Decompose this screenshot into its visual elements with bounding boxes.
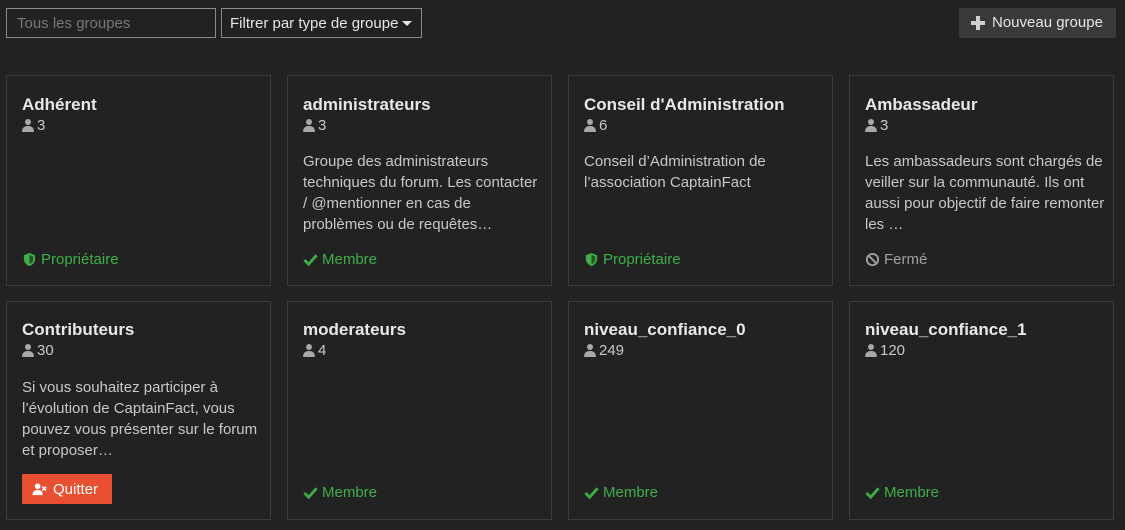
member-count: 6 (584, 117, 607, 134)
user-times-icon (32, 482, 47, 495)
group-description: Si vous souhaitez participer à l’évoluti… (22, 379, 258, 459)
status-owner: Propriétaire (584, 251, 681, 268)
group-description: Conseil d’Administration de l’associatio… (584, 153, 766, 191)
member-count: 249 (584, 342, 624, 359)
group-card-administrateurs[interactable]: administrateurs 3 Groupe des administrat… (287, 75, 552, 286)
member-count: 30 (22, 342, 54, 359)
status-owner: Propriétaire (22, 251, 119, 268)
user-icon (303, 119, 315, 132)
group-title: administrateurs (303, 95, 431, 114)
group-card-moderateurs[interactable]: moderateurs 4 Membre (287, 301, 552, 520)
member-count: 120 (865, 342, 905, 359)
shield-icon (585, 252, 598, 267)
user-icon (865, 119, 877, 132)
status-member: Membre (303, 484, 377, 501)
check-icon (303, 254, 318, 267)
group-title: Conseil d'Administration (584, 95, 785, 114)
user-icon (303, 344, 315, 357)
member-count: 3 (865, 117, 888, 134)
group-title: niveau_confiance_1 (865, 320, 1027, 339)
check-icon (303, 487, 318, 500)
group-title: Ambassadeur (865, 95, 978, 114)
group-title: Contributeurs (22, 320, 135, 339)
group-card-adherent[interactable]: Adhérent 3 Propriétaire (6, 75, 271, 286)
group-card-niveau-confiance-0[interactable]: niveau_confiance_0 249 Membre (568, 301, 833, 520)
member-count: 3 (303, 117, 326, 134)
group-description: Les ambassadeurs sont chargés de veiller… (865, 153, 1105, 233)
check-icon (865, 487, 880, 500)
new-group-button[interactable]: Nouveau groupe (959, 8, 1116, 38)
leave-group-button[interactable]: Quitter (22, 474, 112, 504)
group-title: Adhérent (22, 95, 97, 114)
status-member: Membre (584, 484, 658, 501)
status-member: Membre (303, 251, 377, 268)
user-icon (584, 119, 596, 132)
user-icon (22, 119, 34, 132)
filter-label: Filtrer par type de groupe (230, 14, 399, 32)
user-icon (584, 344, 596, 357)
group-card-niveau-confiance-1[interactable]: niveau_confiance_1 120 Membre (849, 301, 1114, 520)
status-member: Membre (865, 484, 939, 501)
group-title: moderateurs (303, 320, 406, 339)
group-title: niveau_confiance_0 (584, 320, 746, 339)
group-card-ambassadeur[interactable]: Ambassadeur 3 Les ambassadeurs sont char… (849, 75, 1114, 286)
group-card-conseil-administration[interactable]: Conseil d'Administration 6 Conseil d’Adm… (568, 75, 833, 286)
user-icon (22, 344, 34, 357)
groups-toolbar: Filtrer par type de groupe Nouveau group… (0, 0, 1125, 50)
caret-down-icon (402, 21, 412, 26)
user-icon (865, 344, 877, 357)
group-card-contributeurs[interactable]: Contributeurs 30 Si vous souhaitez parti… (6, 301, 271, 520)
plus-icon (971, 16, 985, 30)
member-count: 4 (303, 342, 326, 359)
status-closed: Fermé (865, 251, 927, 268)
group-type-filter-dropdown[interactable]: Filtrer par type de groupe (221, 8, 422, 38)
new-group-label: Nouveau groupe (992, 14, 1103, 31)
member-count: 3 (22, 117, 45, 134)
group-search-input[interactable] (6, 8, 216, 38)
ban-icon (865, 252, 880, 267)
group-description: Groupe des administrateurs techniques du… (303, 153, 538, 233)
shield-icon (23, 252, 36, 267)
check-icon (584, 487, 599, 500)
